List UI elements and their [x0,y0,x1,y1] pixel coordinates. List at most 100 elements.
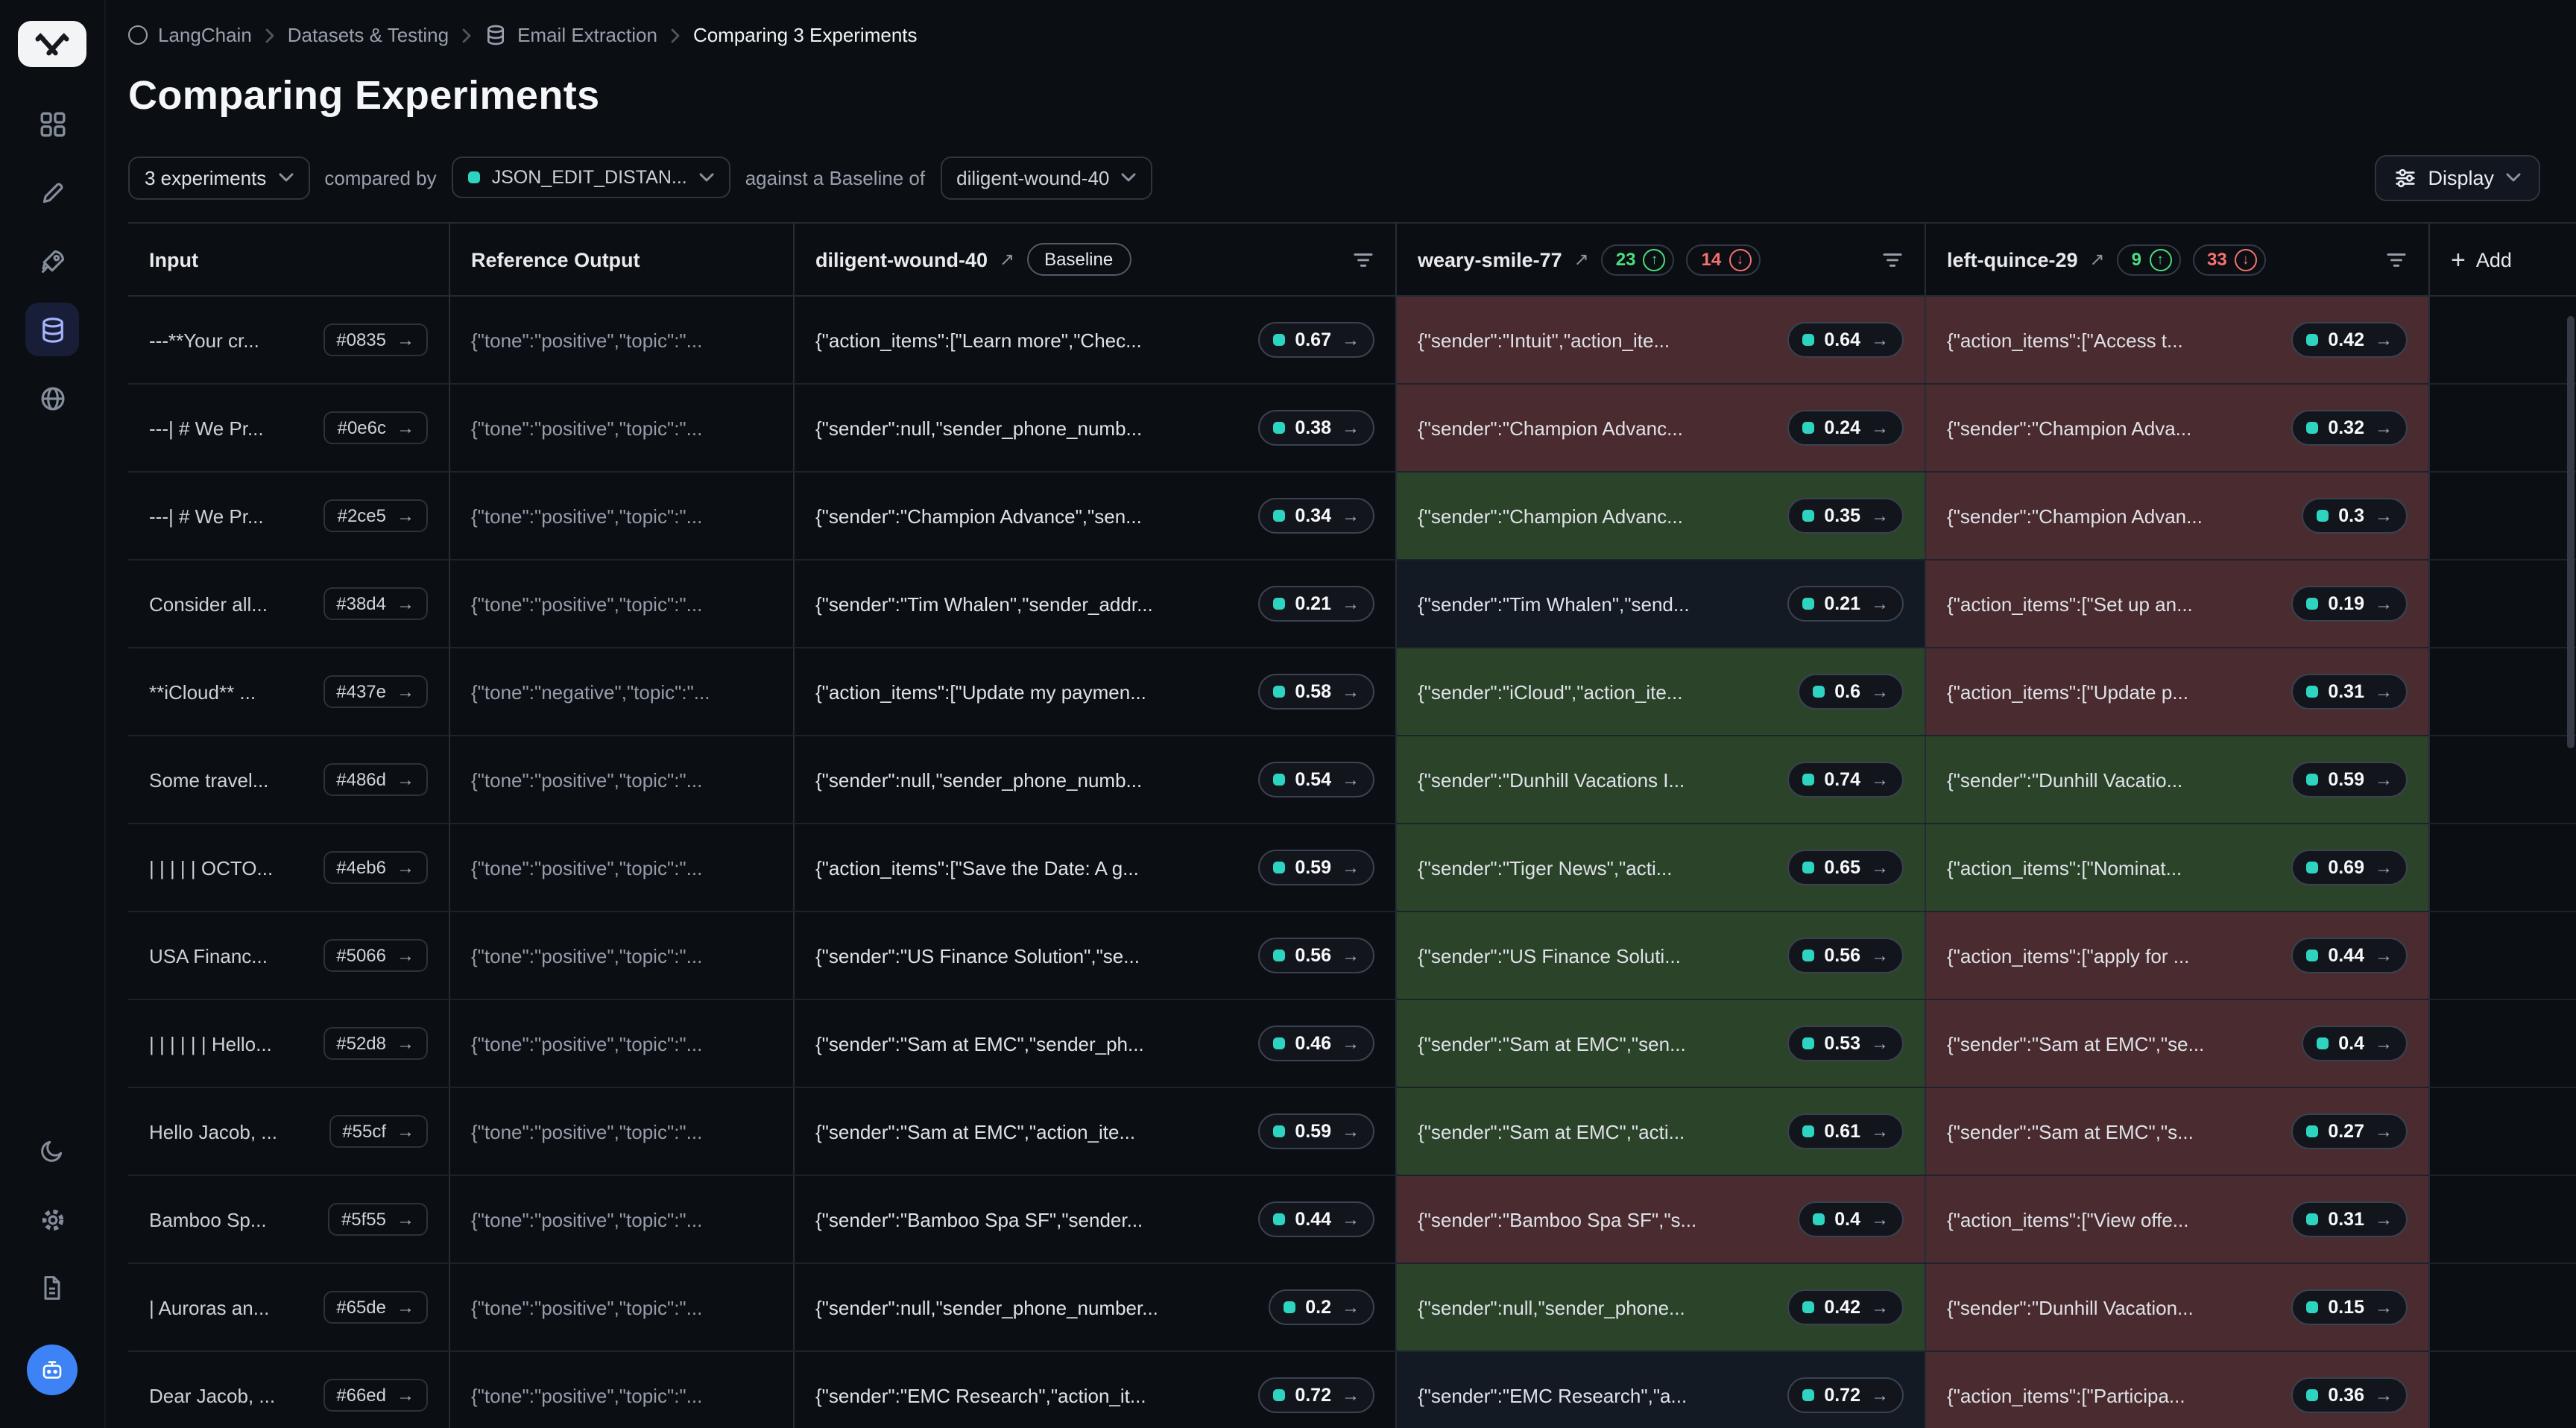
score-badge[interactable]: 0.42 → [2291,322,2408,358]
baseline-output-cell[interactable]: {"action_items":["Save the Date: A g... … [793,824,1395,911]
row-id-badge[interactable]: #38d4 → [323,587,428,620]
baseline-output-cell[interactable]: {"sender":"Tim Whalen","sender_addr... 0… [793,560,1395,647]
score-badge[interactable]: 0.59 → [1257,1113,1374,1149]
score-badge[interactable]: 0.24 → [1787,410,1904,446]
score-badge[interactable]: 0.31 → [2291,674,2408,710]
baseline-output-cell[interactable]: {"sender":null,"sender_phone_number... 0… [793,1264,1395,1350]
filter-icon[interactable] [1352,250,1374,269]
input-cell[interactable]: ---**Your cr... #0835 → [128,297,449,383]
score-badge[interactable]: 0.69 → [2291,850,2408,885]
experiments-select[interactable]: 3 experiments [128,156,309,199]
row-id-badge[interactable]: #65de → [323,1291,428,1324]
open-experiment-icon[interactable]: ↗ [2090,249,2105,270]
score-badge[interactable]: 0.64 → [1787,322,1904,358]
experiment-2-output-cell[interactable]: {"action_items":["View offe... 0.31 → [1925,1176,2428,1263]
reference-output-cell[interactable]: {"tone":"positive","topic":"... [449,736,793,823]
sidebar-item-hub[interactable] [25,371,79,425]
score-badge[interactable]: 0.53 → [1787,1026,1904,1061]
baseline-output-cell[interactable]: {"sender":"Sam at EMC","sender_ph... 0.4… [793,1000,1395,1087]
baseline-output-cell[interactable]: {"sender":"EMC Research","action_it... 0… [793,1352,1395,1428]
experiment-2-output-cell[interactable]: {"sender":"Dunhill Vacation... 0.15 → [1925,1264,2428,1350]
score-badge[interactable]: 0.67 → [1257,322,1374,358]
open-experiment-icon[interactable]: ↗ [1000,249,1014,270]
experiment-2-output-cell[interactable]: {"sender":"Dunhill Vacatio... 0.59 → [1925,736,2428,823]
row-id-badge[interactable]: #55cf → [329,1115,428,1148]
sidebar-item-datasets[interactable] [25,303,79,356]
sidebar-item-deployments[interactable] [25,234,79,288]
experiment-2-output-cell[interactable]: {"action_items":["Update p... 0.31 → [1925,648,2428,735]
experiment-1-output-cell[interactable]: {"sender":"Sam at EMC","acti... 0.61 → [1395,1088,1925,1175]
col-header-experiment-1[interactable]: weary-smile-77 ↗ 23↑ 14↓ [1395,224,1925,295]
experiment-2-output-cell[interactable]: {"action_items":["Participa... 0.36 → [1925,1352,2428,1428]
sidebar-item-home[interactable] [25,97,79,151]
score-badge[interactable]: 0.56 → [1257,938,1374,973]
reference-output-cell[interactable]: {"tone":"positive","topic":"... [449,912,793,999]
filter-icon[interactable] [1881,250,1904,269]
reference-output-cell[interactable]: {"tone":"positive","topic":"... [449,560,793,647]
score-badge[interactable]: 0.27 → [2291,1113,2408,1149]
input-cell[interactable]: | Auroras an... #65de → [128,1264,449,1350]
row-id-badge[interactable]: #486d → [323,763,428,796]
breadcrumb-org[interactable]: LangChain [128,24,252,46]
theme-toggle-button[interactable] [25,1124,79,1178]
experiment-2-output-cell[interactable]: {"sender":"Champion Advan... 0.3 → [1925,473,2428,559]
score-badge[interactable]: 0.21 → [1787,586,1904,622]
input-cell[interactable]: Hello Jacob, ... #55cf → [128,1088,449,1175]
input-cell[interactable]: ---| # We Pr... #2ce5 → [128,473,449,559]
score-badge[interactable]: 0.42 → [1787,1289,1904,1325]
improved-count-badge[interactable]: 9↑ [2117,244,2180,275]
reference-output-cell[interactable]: {"tone":"positive","topic":"... [449,1352,793,1428]
baseline-select[interactable]: diligent-wound-40 [940,156,1152,199]
experiment-2-output-cell[interactable]: {"action_items":["Nominat... 0.69 → [1925,824,2428,911]
score-badge[interactable]: 0.54 → [1257,762,1374,797]
experiment-2-output-cell[interactable]: {"action_items":["Access t... 0.42 → [1925,297,2428,383]
experiment-1-output-cell[interactable]: {"sender":"EMC Research","a... 0.72 → [1395,1352,1925,1428]
reference-output-cell[interactable]: {"tone":"positive","topic":"... [449,385,793,471]
baseline-output-cell[interactable]: {"sender":"US Finance Solution","se... 0… [793,912,1395,999]
experiment-2-output-cell[interactable]: {"sender":"Champion Adva... 0.32 → [1925,385,2428,471]
add-experiment-button[interactable]: + Add [2428,224,2576,295]
improved-count-badge[interactable]: 23↑ [1601,244,1675,275]
row-id-badge[interactable]: #5066 → [323,939,428,972]
row-id-badge[interactable]: #0e6c → [324,411,428,444]
input-cell[interactable]: Dear Jacob, ... #66ed → [128,1352,449,1428]
input-cell[interactable]: | | | | | | Hello... #52d8 → [128,1000,449,1087]
reference-output-cell[interactable]: {"tone":"positive","topic":"... [449,1176,793,1263]
score-badge[interactable]: 0.36 → [2291,1377,2408,1413]
input-cell[interactable]: | | | | | OCTO... #4eb6 → [128,824,449,911]
experiment-2-output-cell[interactable]: {"sender":"Sam at EMC","s... 0.27 → [1925,1088,2428,1175]
breadcrumb-datasets[interactable]: Datasets & Testing [288,24,449,46]
reference-output-cell[interactable]: {"tone":"positive","topic":"... [449,297,793,383]
score-badge[interactable]: 0.4 → [1797,1201,1904,1237]
score-badge[interactable]: 0.58 → [1257,674,1374,710]
row-id-badge[interactable]: #52d8 → [323,1027,428,1060]
score-badge[interactable]: 0.34 → [1257,498,1374,534]
reference-output-cell[interactable]: {"tone":"positive","topic":"... [449,1088,793,1175]
reference-output-cell[interactable]: {"tone":"positive","topic":"... [449,473,793,559]
experiment-1-output-cell[interactable]: {"sender":"US Finance Soluti... 0.56 → [1395,912,1925,999]
row-id-badge[interactable]: #437e → [323,675,428,708]
open-experiment-icon[interactable]: ↗ [1574,249,1589,270]
row-id-badge[interactable]: #66ed → [323,1379,428,1412]
experiment-1-output-cell[interactable]: {"sender":"Bamboo Spa SF","s... 0.4 → [1395,1176,1925,1263]
score-badge[interactable]: 0.38 → [1257,410,1374,446]
experiment-2-output-cell[interactable]: {"action_items":["apply for ... 0.44 → [1925,912,2428,999]
experiment-1-output-cell[interactable]: {"sender":"Tim Whalen","send... 0.21 → [1395,560,1925,647]
reference-output-cell[interactable]: {"tone":"negative","topic":"... [449,648,793,735]
experiment-2-output-cell[interactable]: {"sender":"Sam at EMC","se... 0.4 → [1925,1000,2428,1087]
score-badge[interactable]: 0.19 → [2291,586,2408,622]
row-id-badge[interactable]: #0835 → [323,323,428,356]
vertical-scrollbar[interactable] [2567,316,2575,748]
input-cell[interactable]: Consider all... #38d4 → [128,560,449,647]
reference-output-cell[interactable]: {"tone":"positive","topic":"... [449,1000,793,1087]
score-badge[interactable]: 0.59 → [2291,762,2408,797]
input-cell[interactable]: Some travel... #486d → [128,736,449,823]
regressed-count-badge[interactable]: 33↓ [2192,244,2266,275]
metric-select[interactable]: JSON_EDIT_DISTAN... [452,157,730,198]
baseline-output-cell[interactable]: {"action_items":["Update my paymen... 0.… [793,648,1395,735]
baseline-output-cell[interactable]: {"sender":"Bamboo Spa SF","sender... 0.4… [793,1176,1395,1263]
score-badge[interactable]: 0.72 → [1257,1377,1374,1413]
experiment-1-output-cell[interactable]: {"sender":"Dunhill Vacations I... 0.74 → [1395,736,1925,823]
reference-output-cell[interactable]: {"tone":"positive","topic":"... [449,1264,793,1350]
score-badge[interactable]: 0.44 → [1257,1201,1374,1237]
